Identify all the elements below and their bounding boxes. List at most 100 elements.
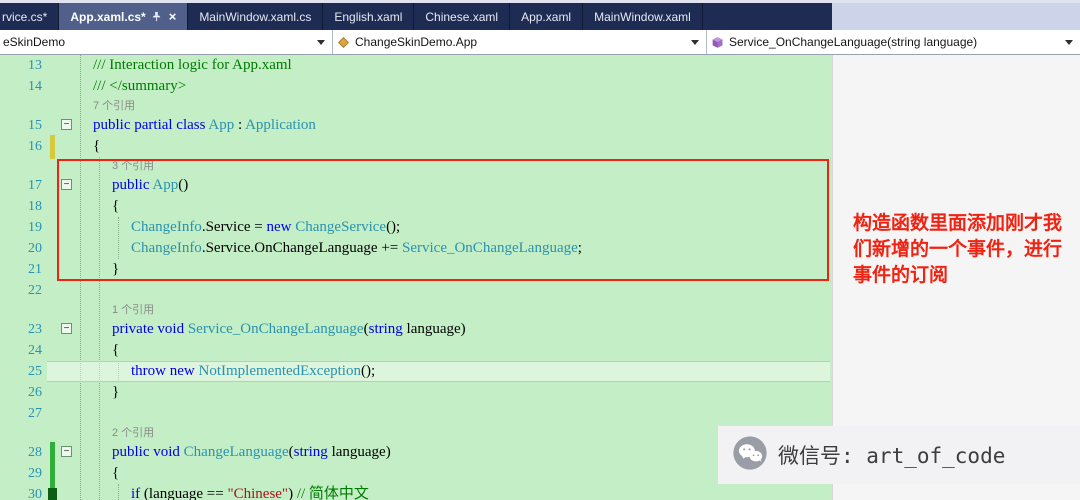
codelens-references[interactable]: 1 个引用 bbox=[112, 301, 154, 319]
token-ty: App bbox=[208, 117, 234, 133]
watermark-label: 微信号: art_of_code bbox=[778, 440, 1005, 470]
codelens-references[interactable]: 2 个引用 bbox=[112, 424, 154, 442]
token-pl: (language == bbox=[144, 486, 228, 500]
token-kw: public partial class bbox=[93, 117, 208, 133]
tab-rvice-cs[interactable]: rvice.cs* bbox=[0, 3, 59, 30]
annotation-rectangle bbox=[57, 159, 829, 281]
member-dropdown[interactable]: Service_OnChangeLanguage(string language… bbox=[707, 30, 1080, 54]
code-text: public void ChangeLanguage(string langua… bbox=[112, 442, 391, 463]
method-icon bbox=[711, 36, 724, 49]
chevron-down-icon bbox=[691, 40, 699, 45]
token-ty: NotImplementedException bbox=[199, 363, 361, 379]
token-pl: } bbox=[112, 384, 119, 400]
tab-english-xaml[interactable]: English.xaml bbox=[323, 3, 414, 30]
member-dropdown-label: Service_OnChangeLanguage(string language… bbox=[729, 35, 977, 49]
codelens-references[interactable]: 7 个引用 bbox=[93, 97, 135, 115]
code-line-26: 26} bbox=[0, 382, 832, 403]
code-line-29: 29 { bbox=[0, 463, 832, 484]
type-dropdown[interactable]: ChangeSkinDemo.App bbox=[333, 30, 707, 54]
token-ty: Application bbox=[245, 117, 316, 133]
tab-bar-spacer bbox=[832, 0, 1080, 30]
line-number: 29 bbox=[0, 463, 42, 484]
token-pl: { bbox=[93, 138, 100, 154]
line-number: 28 bbox=[0, 442, 42, 463]
token-str: "Chinese" bbox=[227, 486, 288, 500]
tab-label: MainWindow.xaml bbox=[594, 10, 691, 24]
code-line-30: 30 if (language == "Chinese") // 简体中文 bbox=[0, 484, 832, 500]
code-text: { bbox=[112, 463, 119, 484]
line-number: 22 bbox=[0, 280, 42, 301]
code-line-23: 23 − private void Service_OnChangeLanguage… bbox=[0, 319, 832, 340]
annotation-text: 构造函数里面添加刚才我们新增的一个事件，进行事件的订阅 bbox=[853, 211, 1062, 289]
type-dropdown-label: ChangeSkinDemo.App bbox=[355, 35, 477, 49]
token-kw: public void bbox=[112, 444, 184, 460]
tab-label: English.xaml bbox=[334, 10, 402, 24]
code-editor[interactable]: 13 /// Interaction logic for App.xaml 14 //… bbox=[0, 55, 832, 500]
codelens-row: 1 个引用 bbox=[0, 301, 832, 319]
token-pl: { bbox=[112, 465, 119, 481]
tab-list: rvice.cs* App.xaml.cs* × MainWindow.xaml.cs… bbox=[0, 3, 832, 30]
line-number: 19 bbox=[0, 217, 42, 238]
token-pl: { bbox=[112, 342, 119, 358]
code-line-13: 13 /// Interaction logic for App.xaml bbox=[0, 55, 832, 76]
line-number: 23 bbox=[0, 319, 42, 340]
token-ty: Service_OnChangeLanguage bbox=[188, 321, 364, 337]
line-number: 13 bbox=[0, 55, 42, 76]
code-text: throw new NotImplementedException(); bbox=[131, 361, 375, 382]
line-number: 20 bbox=[0, 238, 42, 259]
token-kw: if bbox=[131, 486, 144, 500]
code-line-28: 28 − public void ChangeLanguage(string lan… bbox=[0, 442, 832, 463]
line-number: 25 bbox=[0, 361, 42, 382]
token-com: /// </summary> bbox=[93, 78, 186, 94]
annotation-line: 构造函数里面添加刚才我 bbox=[853, 211, 1062, 237]
code-text: { bbox=[93, 136, 100, 157]
tab-chinese-xaml[interactable]: Chinese.xaml bbox=[414, 3, 510, 30]
close-icon[interactable]: × bbox=[169, 10, 177, 23]
fold-collapse-icon[interactable]: − bbox=[61, 446, 72, 457]
annotation-line: 们新增的一个事件，进行 bbox=[853, 237, 1062, 263]
window-top-edge bbox=[0, 0, 1080, 3]
tab-label: App.xaml.cs* bbox=[70, 10, 145, 24]
tab-label: rvice.cs* bbox=[2, 10, 47, 24]
token-com: /// Interaction logic for App.xaml bbox=[93, 57, 292, 73]
line-number: 24 bbox=[0, 340, 42, 361]
token-kw: private void bbox=[112, 321, 188, 337]
code-text: { bbox=[112, 340, 119, 361]
code-line-22: 22 bbox=[0, 280, 832, 301]
codelens-row: 7 个引用 bbox=[0, 97, 832, 115]
fold-collapse-icon[interactable]: − bbox=[61, 119, 72, 130]
token-pl: : bbox=[234, 117, 245, 133]
project-dropdown[interactable]: eSkinDemo bbox=[0, 30, 333, 54]
code-text: } bbox=[112, 382, 119, 403]
line-number: 15 bbox=[0, 115, 42, 136]
tab-label: MainWindow.xaml.cs bbox=[199, 10, 311, 24]
line-number: 17 bbox=[0, 175, 42, 196]
line-number: 26 bbox=[0, 382, 42, 403]
change-tracking-bar-dark-green bbox=[48, 488, 57, 500]
chevron-down-icon bbox=[317, 40, 325, 45]
tab-app-xaml[interactable]: App.xaml bbox=[510, 3, 583, 30]
code-line-16: 16 { bbox=[0, 136, 832, 157]
token-com: // 简体中文 bbox=[297, 486, 369, 500]
line-number: 14 bbox=[0, 76, 42, 97]
fold-collapse-icon[interactable]: − bbox=[61, 323, 72, 334]
tab-label: App.xaml bbox=[521, 10, 571, 24]
class-icon bbox=[337, 36, 350, 49]
code-text: /// </summary> bbox=[93, 76, 186, 97]
tab-app-xaml-cs[interactable]: App.xaml.cs* × bbox=[59, 3, 188, 30]
line-number: 30 bbox=[0, 484, 42, 500]
token-pl: ) bbox=[288, 486, 297, 500]
wechat-icon bbox=[732, 435, 768, 476]
navigation-bar: eSkinDemo ChangeSkinDemo.App Service_OnC… bbox=[0, 30, 1080, 55]
pin-icon[interactable] bbox=[151, 11, 162, 22]
line-number: 21 bbox=[0, 259, 42, 280]
project-dropdown-label: eSkinDemo bbox=[3, 35, 65, 49]
tab-mainwindow-xaml-cs[interactable]: MainWindow.xaml.cs bbox=[188, 3, 323, 30]
token-ty: ChangeLanguage bbox=[184, 444, 289, 460]
token-kw: string bbox=[369, 321, 403, 337]
code-text: private void Service_OnChangeLanguage(st… bbox=[112, 319, 466, 340]
token-kw: throw new bbox=[131, 363, 199, 379]
chevron-down-icon bbox=[1065, 40, 1073, 45]
line-number: 16 bbox=[0, 136, 42, 157]
tab-mainwindow-xaml[interactable]: MainWindow.xaml bbox=[583, 3, 703, 30]
